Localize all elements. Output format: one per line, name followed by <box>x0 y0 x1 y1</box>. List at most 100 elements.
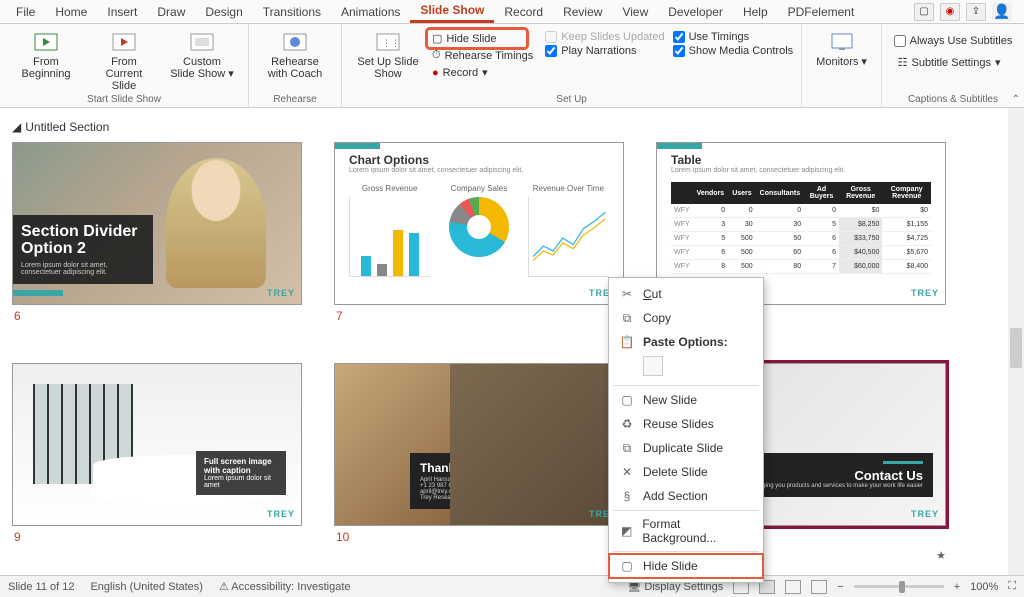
monitors-button[interactable]: Monitors ▾ <box>810 28 873 70</box>
contact-us-sub: Bringing you products and services to ma… <box>752 483 923 489</box>
share-icon[interactable]: ⇪ <box>966 3 986 21</box>
format-bg-icon: ◩ <box>619 523 634 539</box>
slide7-title: Chart Options <box>349 153 609 167</box>
rehearse-coach-button[interactable]: Rehearse with Coach <box>257 28 333 82</box>
slide-10[interactable]: Thank YouApril Hansson+1 23 987 6554apri… <box>334 363 624 526</box>
tab-file[interactable]: File <box>6 2 45 22</box>
chart3-title: Revenue Over Time <box>528 184 609 193</box>
brand-tag: TREY <box>267 509 295 519</box>
hide-slide-icon: ▢ <box>432 32 442 45</box>
data-table: VendorsUsersConsultantsAd BuyersGross Re… <box>671 182 931 274</box>
tab-home[interactable]: Home <box>45 2 97 22</box>
group-rehearse: Rehearse <box>273 94 316 105</box>
brand-tag: TREY <box>267 288 295 298</box>
play-narrations-check[interactable]: Play Narrations <box>545 44 636 58</box>
group-captions: Captions & Subtitles <box>908 94 998 105</box>
collapse-ribbon-button[interactable]: ⌃ <box>1012 94 1020 105</box>
paste-option-button[interactable] <box>643 356 663 376</box>
slide-number: 9 <box>12 530 302 544</box>
slide7-sub: Lorem ipsum dolor sit amet, consectetuer… <box>349 167 609 174</box>
show-media-check[interactable]: Show Media Controls <box>673 44 794 58</box>
ctx-hide-slide[interactable]: ▢Hide Slide <box>609 554 763 578</box>
ctx-reuse-slides[interactable]: ♻Reuse Slides <box>609 412 763 436</box>
record-button[interactable]: ●Record ▾ <box>428 64 492 81</box>
zoom-level[interactable]: 100% <box>970 581 998 593</box>
section-icon: § <box>619 488 635 504</box>
ctx-format-bg[interactable]: ◩Format Background... <box>609 513 763 549</box>
cut-icon: ✂ <box>619 286 635 302</box>
slide-9[interactable]: Full screen image with caption Lorem ips… <box>12 363 302 526</box>
subtitle-icon: ☷ <box>898 56 908 69</box>
tab-developer[interactable]: Developer <box>658 2 733 22</box>
from-beginning-button[interactable]: From Beginning <box>8 28 84 82</box>
tab-pdfelement[interactable]: PDFelement <box>778 2 865 22</box>
ctx-cut[interactable]: ✂Cut <box>609 282 763 306</box>
monitor-icon <box>828 30 856 54</box>
tab-review[interactable]: Review <box>553 2 612 22</box>
tab-view[interactable]: View <box>612 2 658 22</box>
slide6-sub: Lorem ipsum dolor sit amet, consectetuer… <box>21 262 145 276</box>
tab-transitions[interactable]: Transitions <box>253 2 331 22</box>
tab-slideshow[interactable]: Slide Show <box>410 0 494 23</box>
vertical-scrollbar[interactable] <box>1008 108 1024 575</box>
ctx-copy[interactable]: ⧉Copy <box>609 306 763 330</box>
ctx-delete[interactable]: ✕Delete Slide <box>609 460 763 484</box>
zoom-in-button[interactable]: + <box>954 581 960 593</box>
status-lang[interactable]: English (United States) <box>90 581 203 593</box>
delete-icon: ✕ <box>619 464 635 480</box>
rehearse-timings-button[interactable]: ⏱Rehearse Timings <box>428 47 537 64</box>
tab-insert[interactable]: Insert <box>97 2 147 22</box>
slide-7[interactable]: Chart Options Lorem ipsum dolor sit amet… <box>334 142 624 305</box>
chart2-title: Company Sales <box>438 184 519 193</box>
copy-icon: ⧉ <box>619 310 635 326</box>
status-accessibility[interactable]: ⚠ Accessibility: Investigate <box>219 580 351 593</box>
account-icon[interactable]: 👤 <box>992 3 1012 21</box>
from-current-button[interactable]: From Current Slide <box>86 28 162 94</box>
coach-icon <box>281 30 309 54</box>
bar-chart <box>349 197 430 277</box>
slide-number: 7 <box>334 309 624 323</box>
play-from-current-icon <box>110 30 138 54</box>
group-setup: Set Up <box>556 94 587 105</box>
present-icon[interactable]: ▢ <box>914 3 934 21</box>
fit-to-window-button[interactable]: ⛶ <box>1008 580 1016 593</box>
slide-6[interactable]: Section Divider Option 2 Lorem ipsum dol… <box>12 142 302 305</box>
duplicate-icon: ⧉ <box>619 440 635 456</box>
paste-icon: 📋 <box>619 334 635 350</box>
slide-number: 10 <box>334 530 624 544</box>
ctx-add-section[interactable]: §Add Section <box>609 484 763 508</box>
tab-design[interactable]: Design <box>195 2 252 22</box>
keep-updated-check[interactable]: Keep Slides Updated <box>545 30 664 44</box>
zoom-out-button[interactable]: − <box>837 581 843 593</box>
slide-number: 6 <box>12 309 302 323</box>
record-icon[interactable]: ◉ <box>940 3 960 21</box>
contact-us-label: Contact Us <box>854 468 923 483</box>
slide6-title: Section Divider Option 2 <box>21 223 145 258</box>
zoom-slider[interactable] <box>854 585 944 588</box>
tab-record[interactable]: Record <box>494 2 553 22</box>
tab-animations[interactable]: Animations <box>331 2 410 22</box>
custom-show-icon <box>188 30 216 54</box>
view-reading-button[interactable] <box>785 580 801 594</box>
svg-text:⋮⋮: ⋮⋮ <box>382 38 400 48</box>
ctx-duplicate[interactable]: ⧉Duplicate Slide <box>609 436 763 460</box>
ctx-paste-options: 📋Paste Options: <box>609 330 763 354</box>
tab-help[interactable]: Help <box>733 2 778 22</box>
ctx-new-slide[interactable]: ▢New Slide <box>609 388 763 412</box>
view-slideshow-button[interactable] <box>811 580 827 594</box>
subtitle-settings-button[interactable]: ☷Subtitle Settings ▾ <box>894 54 1005 71</box>
setup-icon: ⋮⋮ <box>374 30 402 54</box>
chart1-title: Gross Revenue <box>349 184 430 193</box>
custom-show-button[interactable]: Custom Slide Show ▾ <box>164 28 240 82</box>
slide-sorter[interactable]: ◢ Untitled Section Section Divider Optio… <box>0 108 1024 560</box>
status-slide: Slide 11 of 12 <box>8 581 74 593</box>
hide-icon: ▢ <box>619 558 635 574</box>
always-subtitles-check[interactable]: Always Use Subtitles <box>894 34 1013 48</box>
setup-slideshow-button[interactable]: ⋮⋮ Set Up Slide Show <box>350 28 426 82</box>
use-timings-check[interactable]: Use Timings <box>673 30 750 44</box>
donut-chart <box>449 197 509 257</box>
brand-tag: TREY <box>911 288 939 298</box>
section-header[interactable]: ◢ Untitled Section <box>12 116 1012 138</box>
hide-slide-button[interactable]: ▢Hide Slide <box>428 30 526 47</box>
tab-draw[interactable]: Draw <box>147 2 195 22</box>
